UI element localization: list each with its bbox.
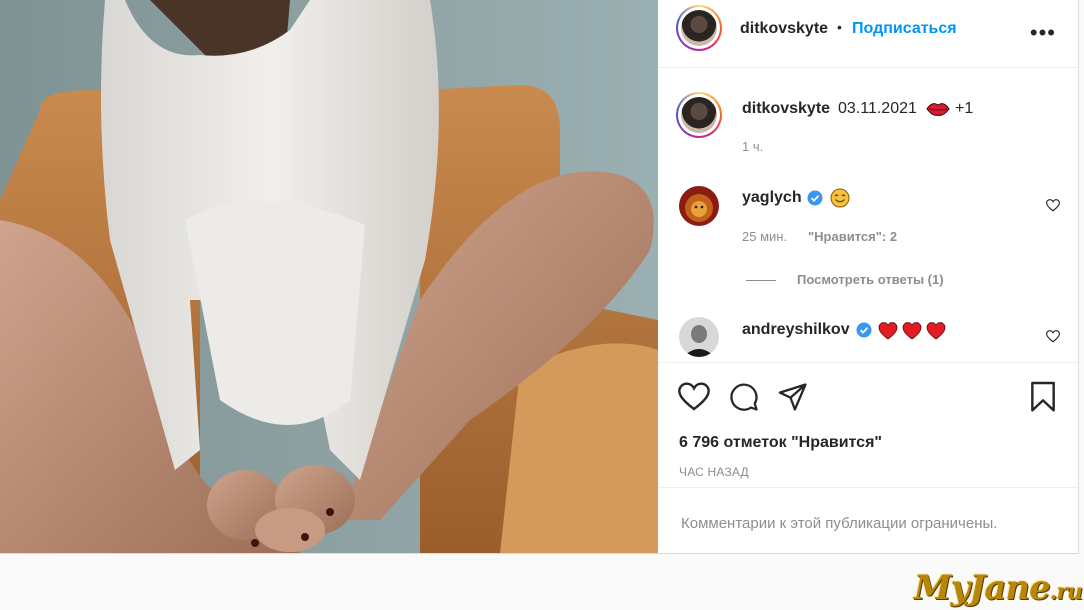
author-username[interactable]: ditkovskyte [740, 20, 828, 38]
post-side-panel: ditkovskyte • Подписаться ••• ditkovskyt… [658, 0, 1078, 553]
post-timestamp[interactable]: ЧАС НАЗАД [679, 465, 749, 479]
site-watermark: MyJane.ru [913, 568, 1083, 608]
comment-bubble-icon[interactable] [728, 382, 760, 412]
caption-time: 1 ч. [742, 139, 764, 154]
follow-button[interactable]: Подписаться [852, 20, 957, 38]
verified-badge-icon [807, 190, 823, 206]
commenter-username[interactable]: andreyshilkov [742, 321, 850, 339]
caption-extra: +1 [955, 100, 974, 117]
view-replies-link[interactable]: Посмотреть ответы (1) [797, 272, 944, 287]
caption-avatar[interactable] [676, 92, 722, 138]
commenter-avatar[interactable] [679, 186, 719, 226]
author-avatar[interactable] [676, 5, 722, 51]
comment-time: 25 мин. [742, 229, 788, 244]
comment-like-heart-icon[interactable] [1046, 199, 1060, 212]
person-avatar-icon [679, 317, 719, 357]
smiling-face-emoji-icon [830, 188, 850, 208]
post-photo[interactable] [0, 0, 658, 553]
comments-restricted-notice: Комментарии к этой публикации ограничены… [658, 487, 1078, 553]
heart-icon[interactable] [678, 382, 710, 412]
comments-restricted-text: Комментарии к этой публикации ограничены… [681, 515, 998, 532]
caption-username[interactable]: ditkovskyte [742, 100, 830, 118]
watermark-suffix: .ru [1049, 579, 1083, 605]
bookmark-icon[interactable] [1029, 381, 1057, 413]
instagram-post: ditkovskyte • Подписаться ••• ditkovskyt… [0, 0, 1079, 554]
comments-list: ditkovskyte 03.11.2021 +1 1 ч. yaglych 2… [658, 68, 1078, 362]
more-options-icon[interactable]: ••• [1030, 20, 1056, 46]
likes-count[interactable]: 6 796 отметок "Нравится" [679, 434, 882, 452]
comment-likes[interactable]: "Нравится": 2 [808, 229, 897, 244]
caption-text: 03.11.2021 [838, 100, 917, 117]
lion-avatar-icon [679, 186, 719, 226]
separator-dot: • [837, 19, 842, 35]
watermark-main: MyJane [913, 568, 1051, 608]
commenter-username[interactable]: yaglych [742, 189, 802, 207]
post-actions: 6 796 отметок "Нравится" ЧАС НАЗАД [658, 362, 1078, 488]
lips-emoji-icon [926, 103, 950, 116]
three-red-hearts-emoji-icon [878, 322, 946, 340]
replies-line [746, 280, 776, 281]
verified-badge-icon [856, 322, 872, 338]
post-header: ditkovskyte • Подписаться ••• [658, 0, 1078, 68]
comment-like-heart-icon[interactable] [1046, 330, 1060, 343]
post-photo-illustration [0, 0, 658, 553]
commenter-avatar[interactable] [679, 317, 719, 357]
paper-plane-icon[interactable] [777, 382, 809, 412]
